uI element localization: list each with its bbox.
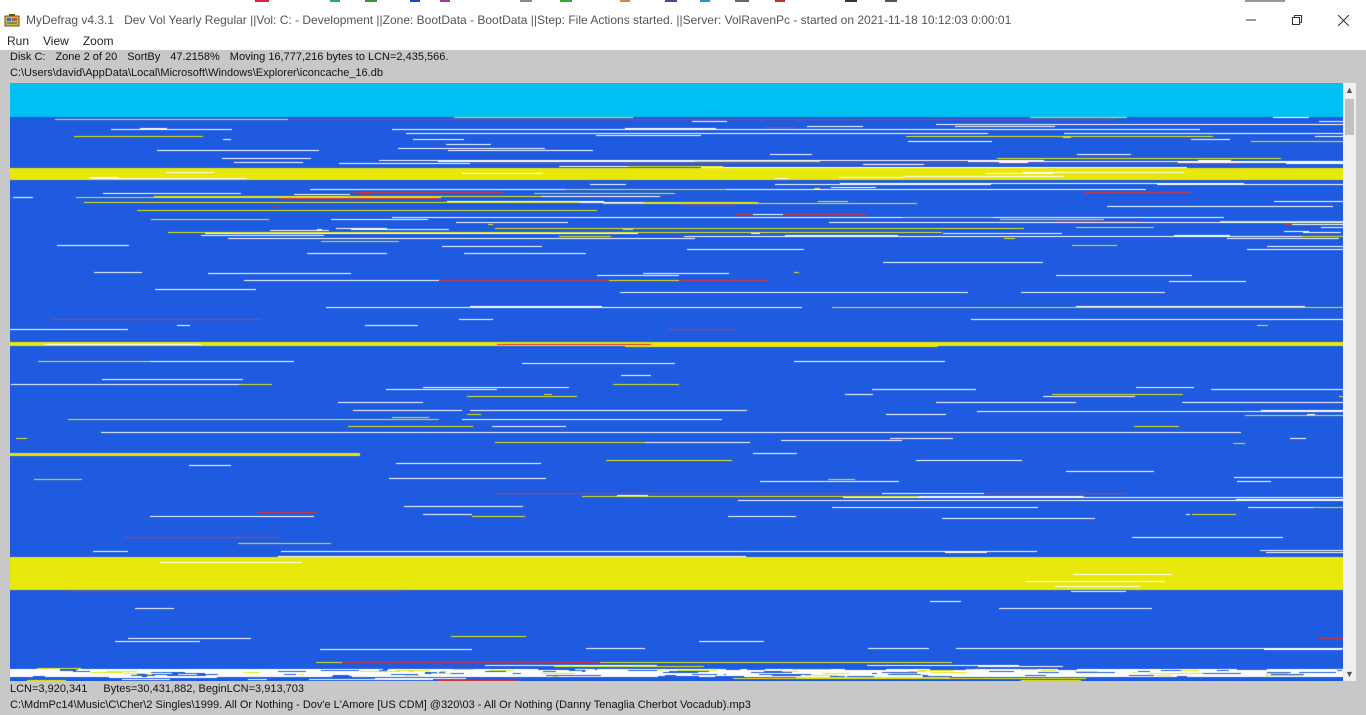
- scroll-down-arrow-icon[interactable]: ▼: [1343, 667, 1356, 681]
- lcn-value: LCN=3,920,341: [10, 683, 88, 695]
- mydefrag-app-icon[interactable]: [4, 13, 20, 27]
- window-title: MyDefrag v4.3.1 Dev Vol Yearly Regular |…: [26, 13, 1011, 27]
- scroll-thumb[interactable]: [1345, 99, 1354, 135]
- restore-icon: [1292, 15, 1302, 25]
- close-button[interactable]: [1320, 8, 1366, 32]
- footer-lcn-line: LCN=3,920,341 Bytes=30,431,882, BeginLCN=…: [10, 683, 304, 695]
- current-file-path: C:\Users\david\AppData\Local\Microsoft\W…: [10, 67, 383, 79]
- menu-bar: Run View Zoom: [0, 32, 1366, 50]
- bytes-value: Bytes=30,431,882, BeginLCN=3,913,703: [103, 683, 304, 695]
- minimize-icon: [1246, 19, 1256, 21]
- window-controls: [1228, 8, 1366, 32]
- disk-label: Disk C:: [10, 51, 46, 63]
- menu-view[interactable]: View: [36, 34, 76, 48]
- scroll-up-arrow-icon[interactable]: ▲: [1343, 83, 1356, 97]
- zone-label: Zone 2 of 20: [55, 51, 118, 63]
- close-icon: [1337, 14, 1349, 26]
- disk-cluster-map[interactable]: [10, 83, 1343, 681]
- menu-run[interactable]: Run: [0, 34, 36, 48]
- current-action: Moving 16,777,216 bytes to LCN=2,435,566…: [229, 51, 449, 63]
- hover-file-path: C:\MdmPc14\Music\C\Cher\2 Singles\1999. …: [10, 699, 751, 711]
- vertical-scrollbar[interactable]: ▲ ▼: [1343, 83, 1356, 681]
- taskbar-strip: [0, 0, 1366, 8]
- title-bar: MyDefrag v4.3.1 Dev Vol Yearly Regular |…: [0, 8, 1366, 32]
- minimize-button[interactable]: [1228, 8, 1274, 32]
- menu-zoom[interactable]: Zoom: [76, 34, 121, 48]
- sortby-label: SortBy: [127, 51, 161, 63]
- restore-button[interactable]: [1274, 8, 1320, 32]
- app-name: MyDefrag v4.3.1: [26, 13, 115, 27]
- progress-percent: 47.2158%: [170, 51, 220, 63]
- status-line-progress: Disk C: Zone 2 of 20 SortBy 47.2158% Moving …: [10, 51, 448, 63]
- title-details: Dev Vol Yearly Regular ||Vol: C: - Devel…: [124, 13, 1012, 27]
